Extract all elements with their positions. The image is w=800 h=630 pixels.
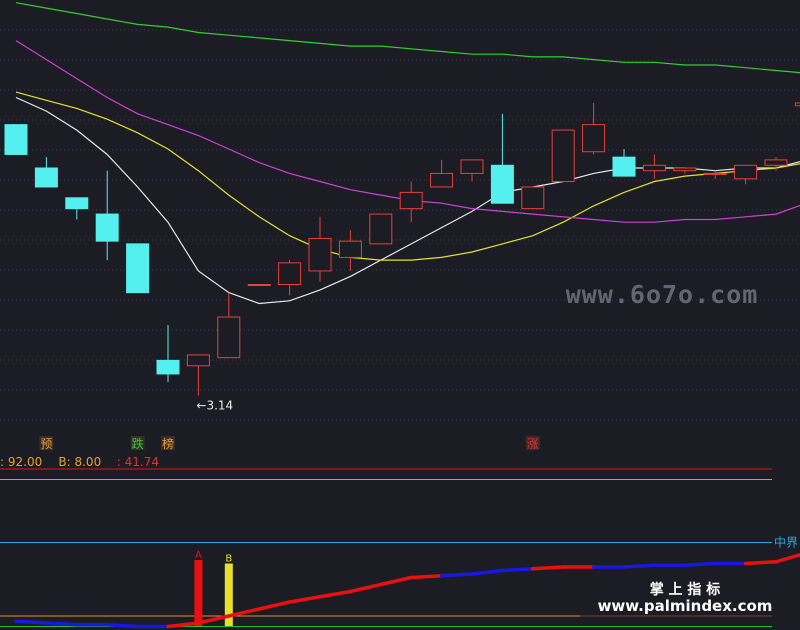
candle-body xyxy=(369,213,393,245)
indicator-legend-item: B: 8.00 xyxy=(58,455,101,469)
indicator-bar-label: B xyxy=(225,554,232,565)
chart-background xyxy=(0,0,800,630)
candle-body xyxy=(764,159,788,166)
signal-marker: 预 xyxy=(39,436,54,451)
signal-marker: 跌 xyxy=(130,436,145,451)
candle-body xyxy=(612,156,636,177)
indicator-legend-item: : 92.00 xyxy=(0,455,42,469)
candle-body xyxy=(65,197,89,210)
candle-body xyxy=(430,172,454,188)
candle-body xyxy=(582,124,606,153)
candle-body xyxy=(703,172,727,175)
indicator-line-segment xyxy=(439,572,474,578)
candle-body xyxy=(521,186,545,210)
indicator-line-segment xyxy=(105,623,140,629)
indicator-line-segment xyxy=(743,560,778,566)
watermark-secondary-url: www.palmindex.com xyxy=(598,597,773,615)
indicator-line-segment xyxy=(14,619,49,625)
candle-body xyxy=(399,191,423,210)
candle-body xyxy=(338,240,362,258)
signal-marker-text: 预 xyxy=(40,437,52,451)
stock-chart: ←3.14 预跌榜涨 www.6o7o.com : 92.00 B: 8.00: … xyxy=(0,0,800,630)
indicator-level-label: 中界 xyxy=(774,535,798,550)
candle-body xyxy=(734,164,758,180)
indicator-legend-item: : 41.74 xyxy=(117,455,159,469)
candle-body xyxy=(186,354,210,367)
signal-marker-text: 榜 xyxy=(162,436,174,451)
indicator-line-segment xyxy=(531,565,565,571)
candle-body xyxy=(95,213,119,242)
candle-body xyxy=(278,262,302,286)
watermark-primary: www.6o7o.com xyxy=(566,280,759,309)
signal-marker-text: 跌 xyxy=(132,436,144,451)
signal-marker: 涨 xyxy=(525,436,540,451)
candle-body xyxy=(673,167,697,172)
indicator-legend: : 92.00 B: 8.00 : 41.74 xyxy=(0,455,159,469)
indicator-bar-label: A xyxy=(195,550,202,561)
price-annotations: ←3.14 xyxy=(196,399,233,413)
low-price-label: ←3.14 xyxy=(196,399,233,413)
candle xyxy=(4,124,28,155)
candle-body xyxy=(460,159,484,174)
candle xyxy=(551,129,575,183)
candle-body xyxy=(156,359,180,375)
candle-body xyxy=(551,129,575,183)
indicator-line-segment xyxy=(409,574,444,580)
indicator-bar xyxy=(194,560,203,626)
watermark-secondary-title: 掌 上 指 标 xyxy=(650,581,721,598)
watermark-secondary: 掌 上 指 标 www.palmindex.com xyxy=(580,578,788,618)
candle xyxy=(126,243,150,294)
candle-body xyxy=(308,237,332,272)
candle xyxy=(521,186,545,210)
candle-body xyxy=(642,164,666,172)
watermark: www.6o7o.com xyxy=(566,280,759,309)
indicator-line-segment xyxy=(44,621,79,627)
indicator-line-segment xyxy=(683,561,717,567)
candle-body xyxy=(794,102,800,107)
candle-body xyxy=(490,164,514,204)
indicator-line-segment xyxy=(500,567,535,573)
signal-marker-text: 涨 xyxy=(527,436,539,451)
candle xyxy=(369,213,393,245)
candle-body xyxy=(4,124,28,155)
candle-body xyxy=(34,167,58,188)
candle xyxy=(247,284,271,287)
signal-marker: 榜 xyxy=(161,436,175,451)
candle-body xyxy=(247,284,271,287)
indicator-line-segment xyxy=(622,563,657,569)
candle-body xyxy=(126,243,150,294)
candle-body xyxy=(217,316,241,359)
